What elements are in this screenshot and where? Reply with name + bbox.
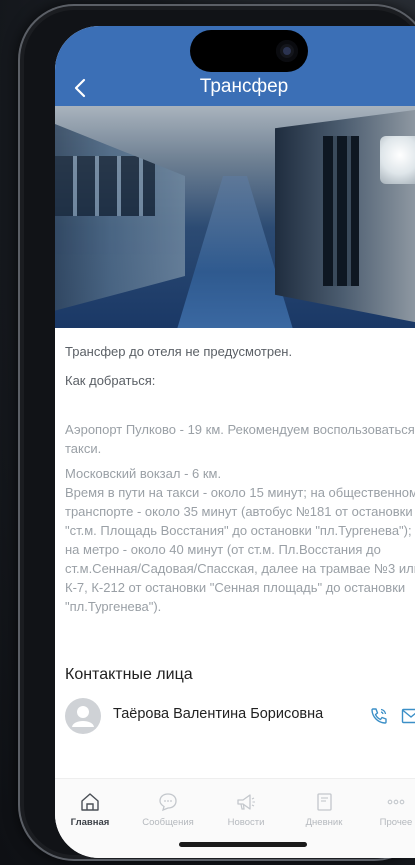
home-icon: [81, 793, 99, 811]
envelope-icon: [401, 708, 415, 724]
contact-name: Таёрова Валентина Борисовна: [113, 706, 324, 722]
diary-icon: [317, 793, 332, 811]
phone-frame: Трансфер Трансфер до отеля не предусмотр…: [18, 4, 415, 861]
station-details: Время в пути на такси - около 15 минут; …: [65, 485, 415, 614]
avatar: [65, 698, 101, 734]
tab-label: Новости: [227, 817, 265, 828]
transfer-info: Трансфер до отеля не предусмотрен. Как д…: [65, 342, 415, 616]
tab-news[interactable]: Новости: [211, 791, 281, 828]
tab-messages[interactable]: Сообщения: [133, 791, 203, 828]
page-title: Трансфер: [199, 76, 289, 97]
tab-more[interactable]: Прочее: [361, 791, 415, 828]
contacts-heading: Контактные лица: [65, 666, 193, 683]
home-indicator: [179, 842, 307, 847]
more-icon: [387, 799, 405, 805]
email-button[interactable]: [401, 708, 415, 724]
call-button[interactable]: [369, 706, 389, 726]
tab-label: Дневник: [305, 817, 343, 828]
contact-item[interactable]: Таёрова Валентина Борисовна: [65, 696, 415, 736]
user-icon: [72, 706, 94, 727]
tab-home[interactable]: Главная: [55, 791, 125, 828]
how-to-get-heading: Как добраться:: [65, 373, 156, 388]
megaphone-icon: [237, 794, 255, 810]
station-title: Московский вокзал - 6 км.: [65, 466, 222, 481]
camera-icon: [276, 40, 298, 62]
airport-info: Аэропорт Пулково - 19 км. Рекомендуем во…: [65, 422, 415, 456]
tab-label: Прочее: [379, 817, 413, 828]
dynamic-island: [190, 30, 308, 72]
transfer-note: Трансфер до отеля не предусмотрен.: [65, 344, 293, 359]
tab-diary[interactable]: Дневник: [289, 791, 359, 828]
hero-image: [55, 106, 415, 328]
tab-label: Главная: [70, 817, 110, 828]
phone-icon: [371, 708, 387, 724]
app-screen: Трансфер Трансфер до отеля не предусмотр…: [55, 26, 415, 858]
tab-label: Сообщения: [142, 817, 194, 828]
chat-icon: [159, 793, 177, 812]
